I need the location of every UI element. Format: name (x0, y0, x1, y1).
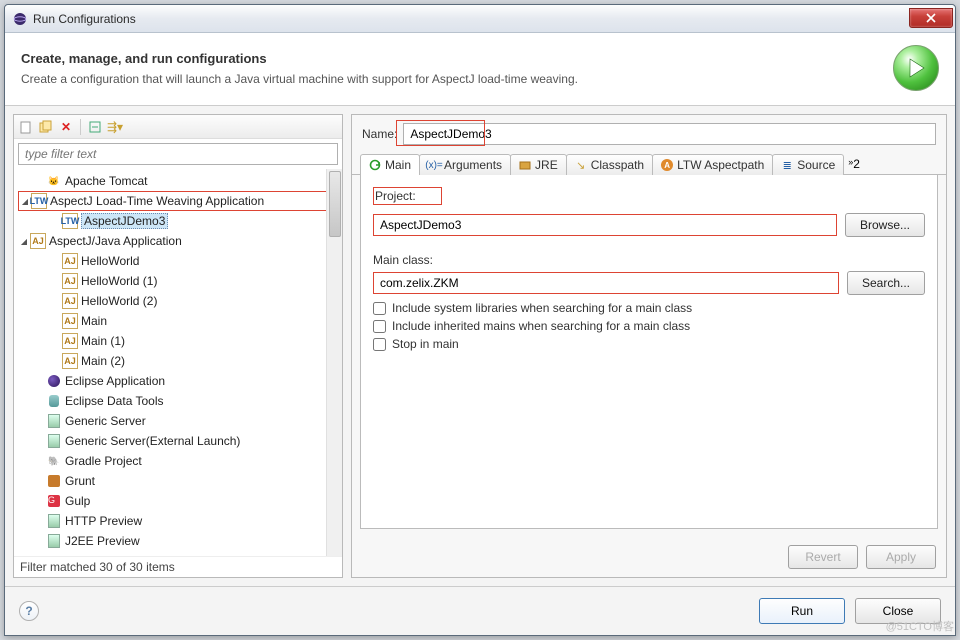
tree-item[interactable]: AJHelloWorld (2) (18, 291, 342, 311)
header-band: Create, manage, and run configurations C… (5, 33, 955, 106)
jre-icon (519, 159, 531, 171)
name-label: Name: (362, 127, 397, 141)
header-title: Create, manage, and run configurations (21, 51, 893, 66)
revert-button[interactable]: Revert (788, 545, 858, 569)
tree-item[interactable]: GGulp (18, 491, 342, 511)
new-config-icon[interactable] (18, 119, 34, 135)
tree-item[interactable]: LTWAspectJDemo3 (18, 211, 342, 231)
tabs: Main(x)=ArgumentsJRE↘ClasspathALTW Aspec… (352, 151, 946, 175)
filter-input[interactable] (18, 143, 338, 165)
tab-source[interactable]: ≣Source (772, 154, 844, 175)
window-title: Run Configurations (33, 12, 909, 26)
tree-item[interactable]: ◢AJAspectJ/Java Application (18, 231, 342, 251)
tree-item[interactable]: J2EE Preview (18, 531, 342, 551)
help-icon[interactable]: ? (19, 601, 39, 621)
dialog-footer: ? Run Close (5, 587, 955, 635)
tree-item[interactable]: 🐘Gradle Project (18, 451, 342, 471)
project-input[interactable] (373, 214, 837, 236)
window-close-button[interactable] (909, 8, 953, 28)
tree-item[interactable]: Eclipse Data Tools (18, 391, 342, 411)
titlebar[interactable]: Run Configurations (5, 5, 955, 33)
args-icon: (x)= (428, 159, 440, 171)
source-icon: ≣ (781, 159, 793, 171)
tree-item[interactable]: HTTP Preview (18, 511, 342, 531)
refresh-icon (369, 159, 381, 171)
run-button[interactable]: Run (759, 598, 845, 624)
watermark: @51CTO博客 (886, 618, 954, 634)
annotation-box (396, 120, 485, 146)
tree-item[interactable]: ◢LTWAspectJ Load-Time Weaving Applicatio… (18, 191, 342, 211)
tabs-overflow[interactable]: »2 (843, 153, 865, 174)
classpath-icon: ↘ (575, 159, 587, 171)
browse-button[interactable]: Browse... (845, 213, 925, 237)
configurations-pane: ✕ ⇶▾ 🐱Apache Tomcat◢LTWAspectJ Load-Time… (13, 114, 343, 578)
run-icon (893, 45, 939, 91)
tree-item[interactable]: AJHelloWorld (18, 251, 342, 271)
main-tab-body: Project: Browse... Main class: Search...… (360, 175, 938, 529)
search-button[interactable]: Search... (847, 271, 925, 295)
config-tree[interactable]: 🐱Apache Tomcat◢LTWAspectJ Load-Time Weav… (14, 169, 342, 556)
tab-ltw-aspectpath[interactable]: ALTW Aspectpath (652, 154, 773, 175)
tree-item[interactable]: Generic Server(External Launch) (18, 431, 342, 451)
include-inherited-check[interactable]: Include inherited mains when searching f… (373, 319, 925, 333)
tree-item[interactable]: Generic Server (18, 411, 342, 431)
filter-status: Filter matched 30 of 30 items (14, 556, 342, 577)
delete-config-icon[interactable]: ✕ (58, 119, 74, 135)
tree-item[interactable]: 🐱Apache Tomcat (18, 171, 342, 191)
tree-item[interactable]: Grunt (18, 471, 342, 491)
tab-main[interactable]: Main (360, 154, 420, 175)
tree-item[interactable]: AJHelloWorld (1) (18, 271, 342, 291)
toolbar-separator (80, 119, 81, 135)
project-label: Project: (373, 187, 442, 205)
run-configurations-dialog: Run Configurations Create, manage, and r… (4, 4, 956, 636)
duplicate-config-icon[interactable] (38, 119, 54, 135)
eclipse-icon (13, 12, 27, 26)
header-subtitle: Create a configuration that will launch … (21, 72, 893, 86)
apply-button[interactable]: Apply (866, 545, 936, 569)
mainclass-input[interactable] (373, 272, 839, 294)
config-detail-pane: Name: Main(x)=ArgumentsJRE↘ClasspathALTW… (351, 114, 947, 578)
scrollbar-thumb[interactable] (329, 171, 341, 237)
tab-arguments[interactable]: (x)=Arguments (419, 154, 511, 175)
scrollbar[interactable] (326, 169, 342, 556)
left-toolbar: ✕ ⇶▾ (14, 115, 342, 139)
filter-menu-icon[interactable]: ⇶▾ (107, 119, 123, 135)
tree-item[interactable]: AJMain (18, 311, 342, 331)
tree-item[interactable]: AJMain (2) (18, 351, 342, 371)
stop-in-main-check[interactable]: Stop in main (373, 337, 925, 351)
tab-jre[interactable]: JRE (510, 154, 567, 175)
tab-classpath[interactable]: ↘Classpath (566, 154, 653, 175)
include-system-check[interactable]: Include system libraries when searching … (373, 301, 925, 315)
mainclass-label: Main class: (373, 253, 925, 267)
collapse-all-icon[interactable] (87, 119, 103, 135)
tree-item[interactable]: Eclipse Application (18, 371, 342, 391)
ltw-tab-icon: A (661, 159, 673, 171)
tree-item[interactable]: AJMain (1) (18, 331, 342, 351)
